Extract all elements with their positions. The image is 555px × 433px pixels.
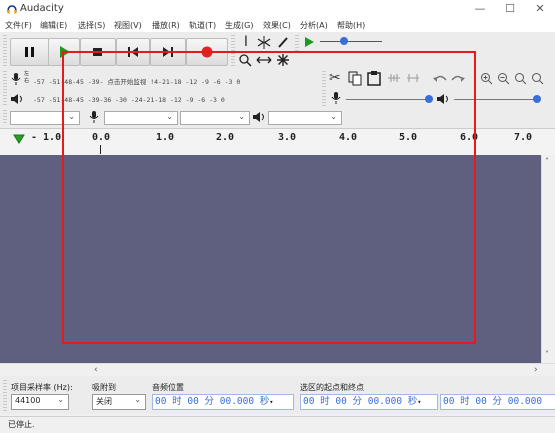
snap-to-value: 关闭 <box>96 397 112 406</box>
scroll-down-icon[interactable]: ˅ <box>545 350 549 359</box>
status-text: 已停止. <box>8 420 35 429</box>
selection-end-value: 00 时 00 分 00.000 <box>443 396 543 407</box>
zoom-in-icon[interactable] <box>480 72 493 85</box>
play-at-speed-icon[interactable] <box>303 36 315 48</box>
ruler-tick-label: - 1.0 <box>31 132 62 143</box>
menu-tracks[interactable]: 轨道(T) <box>189 20 216 31</box>
scroll-up-icon[interactable]: ˄ <box>545 157 549 166</box>
toolbar-grip[interactable] <box>3 110 7 124</box>
pinned-play-head-icon[interactable] <box>13 134 25 144</box>
speaker-icon[interactable] <box>10 93 24 105</box>
toolbar-grip[interactable] <box>3 35 7 68</box>
envelope-tool-icon[interactable] <box>256 35 272 50</box>
project-rate-value: 44100 <box>15 396 41 405</box>
selection-range-label: 选区的起点和终点 <box>300 383 364 392</box>
menu-help[interactable]: 帮助(H) <box>337 20 365 31</box>
project-rate-label: 项目采样率 (Hz): <box>11 383 73 392</box>
selection-start-field[interactable]: 00 时 00 分 00.000 秒▾ <box>300 394 438 410</box>
selection-start-value: 00 时 00 分 00.000 秒 <box>303 396 418 407</box>
window-title: Audacity <box>20 3 64 14</box>
toolbar-grip[interactable] <box>295 35 299 51</box>
close-button[interactable]: ✕ <box>525 0 555 18</box>
ruler-tick-label: 7.0 <box>514 132 533 143</box>
audio-position-value: 00 时 00 分 00.000 秒 <box>155 396 270 407</box>
selection-tool-icon[interactable]: I <box>238 34 254 50</box>
playback-speed-slider[interactable] <box>320 41 382 42</box>
highlight-annotation-box <box>62 51 476 344</box>
menu-select[interactable]: 选择(S) <box>78 20 105 31</box>
toolbar-grip[interactable] <box>3 380 7 412</box>
microphone-icon[interactable] <box>10 72 22 86</box>
chevron-down-icon: ⌄ <box>57 395 64 404</box>
draw-tool-icon[interactable] <box>276 35 290 50</box>
audacity-logo-icon <box>7 5 17 14</box>
maximize-button[interactable]: ☐ <box>495 0 525 18</box>
minimize-button[interactable]: — <box>465 0 495 18</box>
meter-channel-left: 左 <box>24 71 30 77</box>
menu-play[interactable]: 播放(R) <box>152 20 180 31</box>
menu-generate[interactable]: 生成(G) <box>225 20 253 31</box>
toolbar-grip[interactable] <box>3 71 7 107</box>
fit-selection-icon[interactable] <box>514 72 527 85</box>
pause-button[interactable] <box>10 38 50 66</box>
selection-end-field[interactable]: 00 时 00 分 00.000 <box>440 394 555 410</box>
time-format-dropdown-icon[interactable]: ▾ <box>417 398 421 406</box>
scroll-left-icon[interactable]: ‹ <box>94 365 98 375</box>
playback-volume-thumb[interactable] <box>533 95 541 103</box>
audio-position-field[interactable]: 00 时 00 分 00.000 秒▾ <box>152 394 294 410</box>
snap-to-select[interactable]: 关闭 ⌄ <box>92 394 146 410</box>
project-rate-select[interactable]: 44100 ⌄ <box>11 394 69 410</box>
meter-channel-right: 右 <box>24 78 30 84</box>
audio-position-label: 音频位置 <box>152 383 184 392</box>
playback-speed-thumb[interactable] <box>340 37 348 45</box>
fit-project-icon[interactable] <box>531 72 544 85</box>
zoom-out-icon[interactable] <box>497 72 510 85</box>
scroll-right-icon[interactable]: › <box>534 365 538 375</box>
menu-file[interactable]: 文件(F) <box>5 20 32 31</box>
horizontal-scrollbar[interactable]: ‹ › <box>0 363 555 377</box>
vertical-scrollbar[interactable]: ˄ ˅ <box>541 155 555 363</box>
status-bar: 已停止. <box>0 416 555 433</box>
menu-edit[interactable]: 编辑(E) <box>40 20 67 31</box>
menu-analyze[interactable]: 分析(A) <box>300 20 328 31</box>
pause-icon <box>25 47 34 57</box>
snap-to-label: 吸附到 <box>92 383 116 392</box>
menu-view[interactable]: 视图(V) <box>114 20 142 31</box>
time-format-dropdown-icon[interactable]: ▾ <box>269 398 273 406</box>
chevron-down-icon: ⌄ <box>134 395 141 404</box>
menu-effects[interactable]: 效果(C) <box>263 20 291 31</box>
